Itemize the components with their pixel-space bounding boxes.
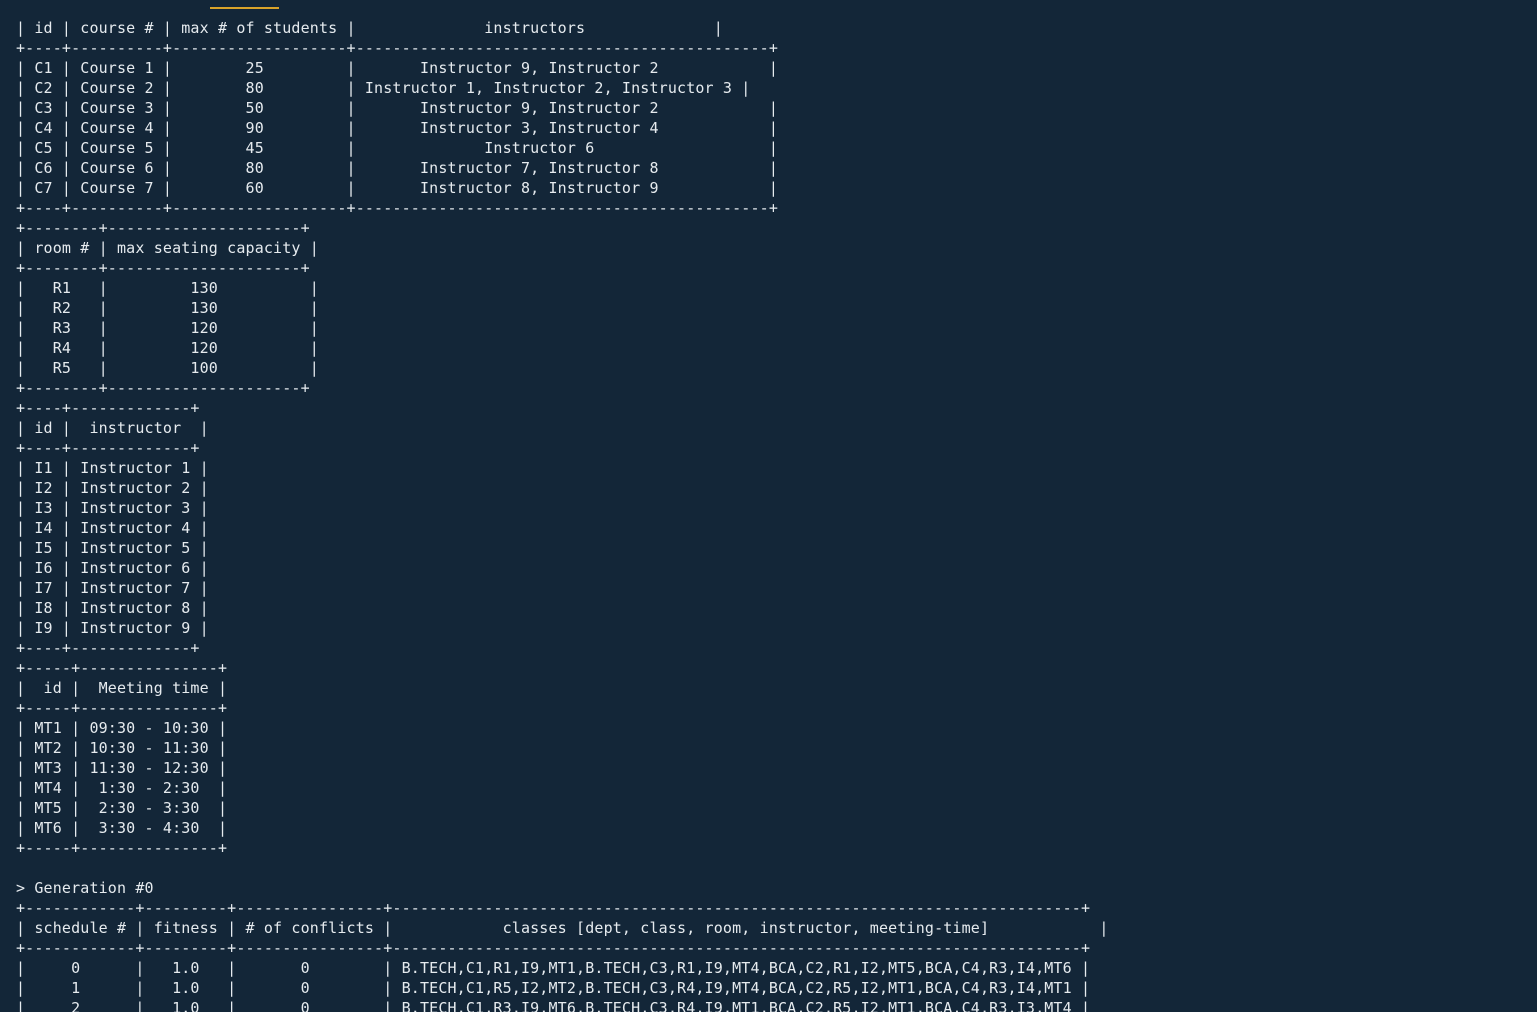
terminal-line: | I7 | Instructor 7 | (16, 579, 209, 597)
terminal-line: | R2 | 130 | (16, 299, 319, 317)
terminal-line: +------------+---------+----------------… (16, 939, 1091, 957)
terminal-line: +----+----------+-------------------+---… (16, 199, 779, 217)
terminal-line: +--------+---------------------+ (16, 259, 310, 277)
terminal-line: | I2 | Instructor 2 | (16, 479, 209, 497)
terminal-line: +-----+---------------+ (16, 659, 228, 677)
terminal-line: +-----+---------------+ (16, 699, 228, 717)
terminal-line: | R3 | 120 | (16, 319, 319, 337)
terminal-line: | I9 | Instructor 9 | (16, 619, 209, 637)
terminal-line: | I4 | Instructor 4 | (16, 519, 209, 537)
terminal-line: | MT5 | 2:30 - 3:30 | (16, 799, 228, 817)
terminal-line: | MT2 | 10:30 - 11:30 | (16, 739, 228, 757)
terminal-line: | MT3 | 11:30 - 12:30 | (16, 759, 228, 777)
terminal-line: +----+----------+-------------------+---… (16, 39, 779, 57)
terminal-line: | I1 | Instructor 1 | (16, 459, 209, 477)
terminal-output[interactable]: | id | course # | max # of students | in… (16, 0, 1531, 1012)
terminal-line: | id | Meeting time | (16, 679, 228, 697)
terminal-line: | I5 | Instructor 5 | (16, 539, 209, 557)
terminal-line: | I8 | Instructor 8 | (16, 599, 209, 617)
terminal-line: +--------+---------------------+ (16, 219, 310, 237)
terminal-line: | schedule # | fitness | # of conflicts … (16, 919, 1109, 937)
terminal-line: | C3 | Course 3 | 50 | Instructor 9, Ins… (16, 99, 779, 117)
terminal-line: | C5 | Course 5 | 45 | Instructor 6 | (16, 139, 779, 157)
terminal-line: +------------+---------+----------------… (16, 899, 1091, 917)
terminal-line: | C6 | Course 6 | 80 | Instructor 7, Ins… (16, 159, 779, 177)
terminal-line: | C4 | Course 4 | 90 | Instructor 3, Ins… (16, 119, 779, 137)
terminal-line: | C2 | Course 2 | 80 | Instructor 1, Ins… (16, 79, 751, 97)
terminal-line: | 0 | 1.0 | 0 | B.TECH,C1,R1,I9,MT1,B.TE… (16, 959, 1091, 977)
terminal-line: | I6 | Instructor 6 | (16, 559, 209, 577)
terminal-line: | room # | max seating capacity | (16, 239, 319, 257)
terminal-line: | R1 | 130 | (16, 279, 319, 297)
terminal-line: +-----+---------------+ (16, 839, 228, 857)
terminal-line: | C7 | Course 7 | 60 | Instructor 8, Ins… (16, 179, 779, 197)
terminal-line: +--------+---------------------+ (16, 379, 310, 397)
terminal-line: | id | course # | max # of students | in… (16, 19, 723, 37)
terminal-line: | MT1 | 09:30 - 10:30 | (16, 719, 228, 737)
terminal-line: | id | instructor | (16, 419, 209, 437)
terminal-line: | I3 | Instructor 3 | (16, 499, 209, 517)
terminal-line: > Generation #0 (16, 879, 154, 897)
terminal-line: | C1 | Course 1 | 25 | Instructor 9, Ins… (16, 59, 779, 77)
terminal-line: | MT4 | 1:30 - 2:30 | (16, 779, 228, 797)
terminal-line: | R4 | 120 | (16, 339, 319, 357)
terminal-line: | MT6 | 3:30 - 4:30 | (16, 819, 228, 837)
terminal-line: | 2 | 1.0 | 0 | B.TECH,C1,R3,I9,MT6,B.TE… (16, 999, 1091, 1012)
output-text: | id | course # | max # of students | in… (16, 18, 1531, 1012)
selection-highlight (210, 7, 279, 9)
terminal-line: | R5 | 100 | (16, 359, 319, 377)
terminal-line: +----+-------------+ (16, 399, 200, 417)
terminal-line: | 1 | 1.0 | 0 | B.TECH,C1,R5,I2,MT2,B.TE… (16, 979, 1091, 997)
terminal-line: +----+-------------+ (16, 639, 200, 657)
terminal-line: +----+-------------+ (16, 439, 200, 457)
